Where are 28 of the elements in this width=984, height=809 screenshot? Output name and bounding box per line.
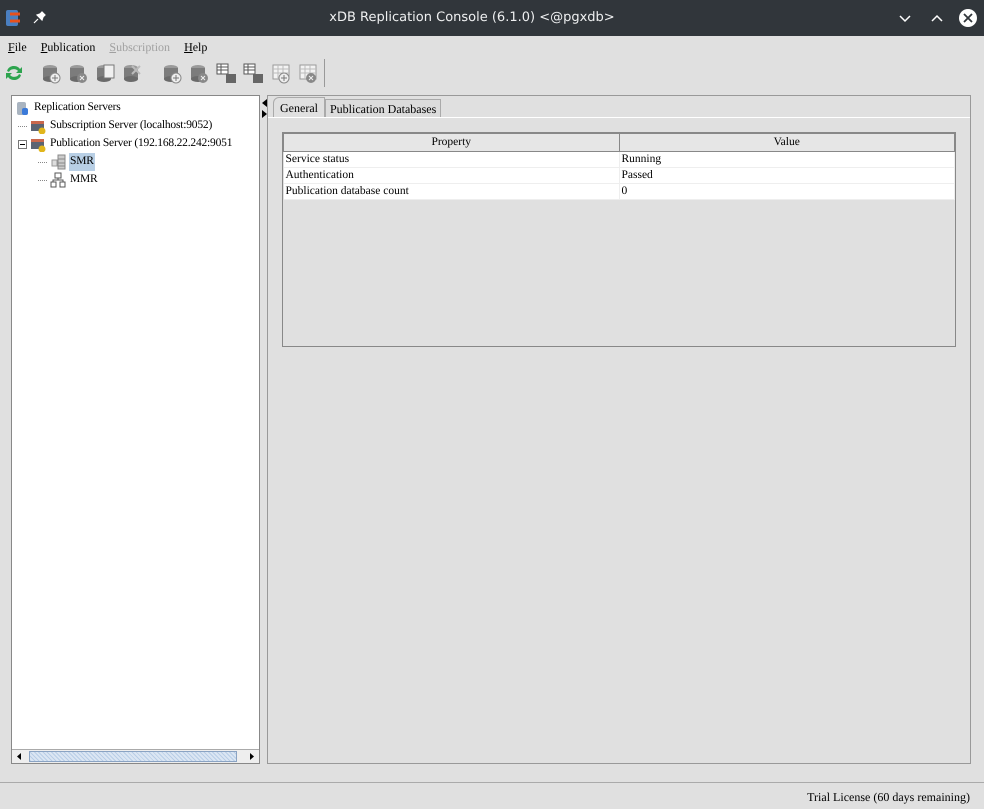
table-icon[interactable] xyxy=(215,62,239,84)
tree-item[interactable]: Replication Servers xyxy=(33,99,122,117)
hierarchy-icon xyxy=(50,172,66,188)
table-icon[interactable] xyxy=(242,62,266,84)
table-stack-icon xyxy=(50,154,66,170)
menu-item[interactable]: Publication xyxy=(40,38,96,56)
tree-item[interactable]: Subscription Server (localhost:9052) xyxy=(49,117,214,135)
table-cell: 0 xyxy=(619,184,954,200)
status-text: Trial License (60 days remaining) xyxy=(807,788,970,806)
collapse-arrows-icon[interactable] xyxy=(261,98,268,120)
tree-item[interactable]: MMR xyxy=(69,171,99,189)
column-header[interactable]: Value xyxy=(619,134,954,152)
scrollbar-thumb[interactable] xyxy=(29,751,237,762)
menu-item[interactable]: File xyxy=(8,38,27,56)
tab[interactable]: General xyxy=(273,97,325,117)
menu-item[interactable]: Help xyxy=(184,38,208,56)
close-icon[interactable] xyxy=(958,8,978,28)
collapse-icon[interactable] xyxy=(18,140,27,148)
window-title: xDB Replication Console (6.1.0) <@pgxdb> xyxy=(329,10,615,26)
tree-item[interactable]: SMR xyxy=(69,153,95,171)
tree-item[interactable]: Publication Server (192.168.22.242:9051 xyxy=(49,135,234,153)
server-gear-icon xyxy=(30,136,46,152)
tab[interactable]: Publication Databases xyxy=(324,99,442,117)
pin-icon[interactable] xyxy=(32,11,46,25)
table-cell: Publication database count xyxy=(284,184,619,200)
database-icon xyxy=(14,100,30,116)
column-header[interactable]: Property xyxy=(284,134,619,152)
server-gear-icon xyxy=(30,118,46,134)
